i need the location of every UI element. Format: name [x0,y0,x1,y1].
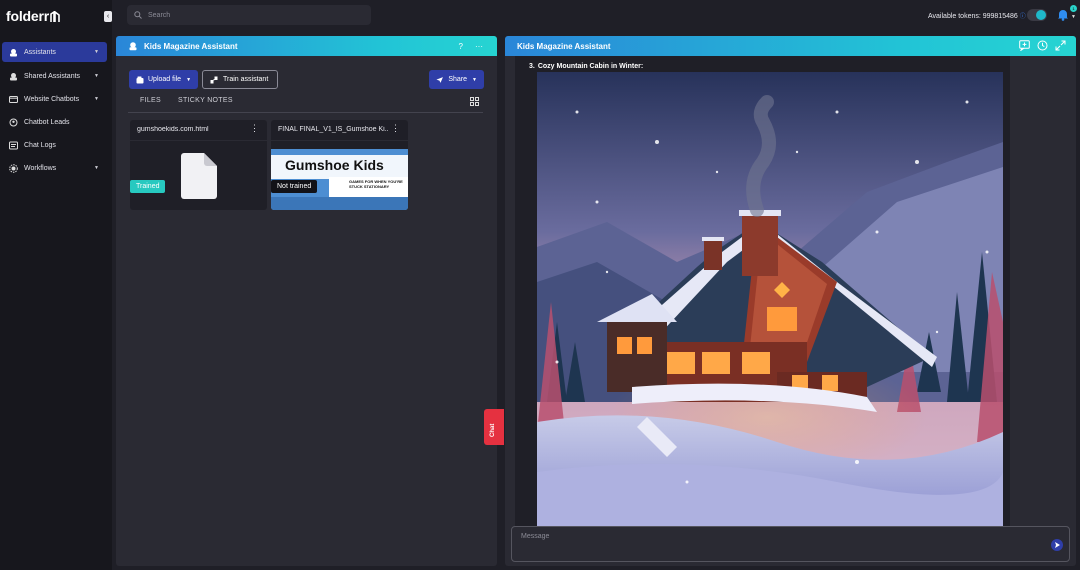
upload-file-button[interactable]: Upload file ▼ [129,70,198,89]
panel-header: Kids Magazine Assistant ? ··· [116,36,497,56]
message-composer[interactable]: Message [511,526,1070,562]
chevron-down-icon: ▼ [472,76,477,83]
thumbnail-title: Gumshoe Kids [285,157,384,173]
message-heading: 3. Cozy Mountain Cabin in Winter: [529,63,643,70]
kebab-menu-icon[interactable]: ⋮ [250,124,259,133]
help-icon[interactable]: ? [459,42,463,51]
list-number: 3. [529,63,535,70]
panel-header: Kids Magazine Assistant [505,36,1076,56]
sidebar-item-assistants[interactable]: Assistants ▼ [2,42,107,62]
theme-toggle[interactable] [1027,9,1047,21]
train-label: Train assistant [223,76,269,83]
sidebar-item-label: Workflows [24,164,57,172]
divider [271,140,408,141]
chevron-down-icon: ▼ [94,165,99,171]
thumbnail-subtitle: GAMES FOR WHEN YOU'RE STUCK STATIONARY [349,179,403,189]
grid-view-icon[interactable] [470,97,479,106]
tokens-text: Available tokens: 999815486 [928,13,1018,20]
sidebar-item-workflows[interactable]: Workflows ▼ [2,158,107,178]
shared-bot-icon [9,72,18,81]
status-badge: Trained [130,180,166,193]
chat-tab-label: Chat [490,423,496,437]
browser-icon [9,95,18,104]
notification-badge: 1 [1070,5,1077,12]
chat-panel: Kids Magazine Assistant 3. Cozy Mountain … [505,36,1076,566]
chevron-down-icon: ▼ [94,96,99,102]
send-icon [436,76,443,83]
sidebar-item-label: Shared Assistants [24,72,81,80]
message-placeholder: Message [521,533,550,540]
heading-text: Cozy Mountain Cabin in Winter: [537,63,644,70]
kebab-menu-icon[interactable]: ⋮ [391,124,400,133]
train-assistant-button[interactable]: Train assistant [202,70,278,89]
search-icon [134,11,142,19]
sidebar-item-label: Assistants [24,48,56,56]
assistant-files-panel: Kids Magazine Assistant ? ··· Upload fil… [116,36,497,566]
upload-icon [136,76,144,83]
bell-icon[interactable] [1057,8,1069,21]
status-badge: Not trained [271,180,318,193]
sidebar-item-chatbot-leads[interactable]: Chatbot Leads [2,112,107,132]
file-name: gumshoekids.com.html [137,126,209,133]
file-card[interactable]: gumshoekids.com.html ⋮ Trained [130,120,267,210]
upload-label: Upload file [148,76,182,83]
expand-icon[interactable] [1055,40,1066,51]
logo-mark-icon [50,11,60,22]
document-icon [181,153,217,199]
train-icon [210,76,218,83]
moon-icon [1036,10,1046,20]
info-icon[interactable]: ⓘ [1020,14,1026,20]
sidebar-item-shared-assistants[interactable]: Shared Assistants ▼ [2,66,107,86]
send-icon [1055,542,1060,548]
chat-log-icon [9,141,18,150]
sidebar-item-label: Website Chatbots [24,95,80,103]
more-options-icon[interactable]: ··· [475,42,483,51]
collapse-sidebar-button[interactable]: ‹ [104,11,112,22]
generated-image[interactable] [537,72,1003,528]
send-button[interactable] [1051,539,1063,551]
bot-icon [128,41,138,51]
search-placeholder: Search [148,11,171,19]
chevron-down-icon[interactable]: ▼ [1071,14,1076,20]
sidebar-item-chat-logs[interactable]: Chat Logs [2,135,107,155]
panel-title: Kids Magazine Assistant [144,41,238,51]
bot-icon [9,48,18,57]
sidebar-item-label: Chatbot Leads [24,118,70,126]
panel-title: Kids Magazine Assistant [517,41,611,51]
share-button[interactable]: Share ▼ [429,70,484,89]
sidebar-item-website-chatbots[interactable]: Website Chatbots ▼ [2,89,107,109]
logo-text: folderr [6,8,49,24]
app-logo[interactable]: folderr [6,8,60,24]
chevron-down-icon: ▼ [94,49,99,55]
divider [130,140,267,141]
workflow-icon [9,163,18,173]
chevron-down-icon: ▼ [186,76,192,83]
new-chat-icon[interactable] [1019,40,1030,51]
tab-sticky-notes[interactable]: STICKY NOTES [178,97,233,104]
sidebar: folderr ‹ Assistants ▼ Shared Assistants… [0,0,112,570]
history-icon[interactable] [1037,40,1048,51]
available-tokens: Available tokens: 999815486 ⓘ [928,11,1026,20]
leads-icon [9,118,18,127]
file-name: FINAL FINAL_V1_IS_Gumshoe Ki... [278,126,388,133]
sidebar-item-label: Chat Logs [24,141,56,149]
chevron-down-icon: ▼ [94,73,99,79]
chat-side-tab[interactable]: Chat [484,409,504,445]
tab-files[interactable]: FILES [140,97,161,104]
search-input[interactable]: Search [127,5,371,25]
file-card[interactable]: FINAL FINAL_V1_IS_Gumshoe Ki... ⋮ Gumsho… [271,120,408,210]
tabs-divider [128,112,483,113]
share-label: Share [448,76,468,83]
